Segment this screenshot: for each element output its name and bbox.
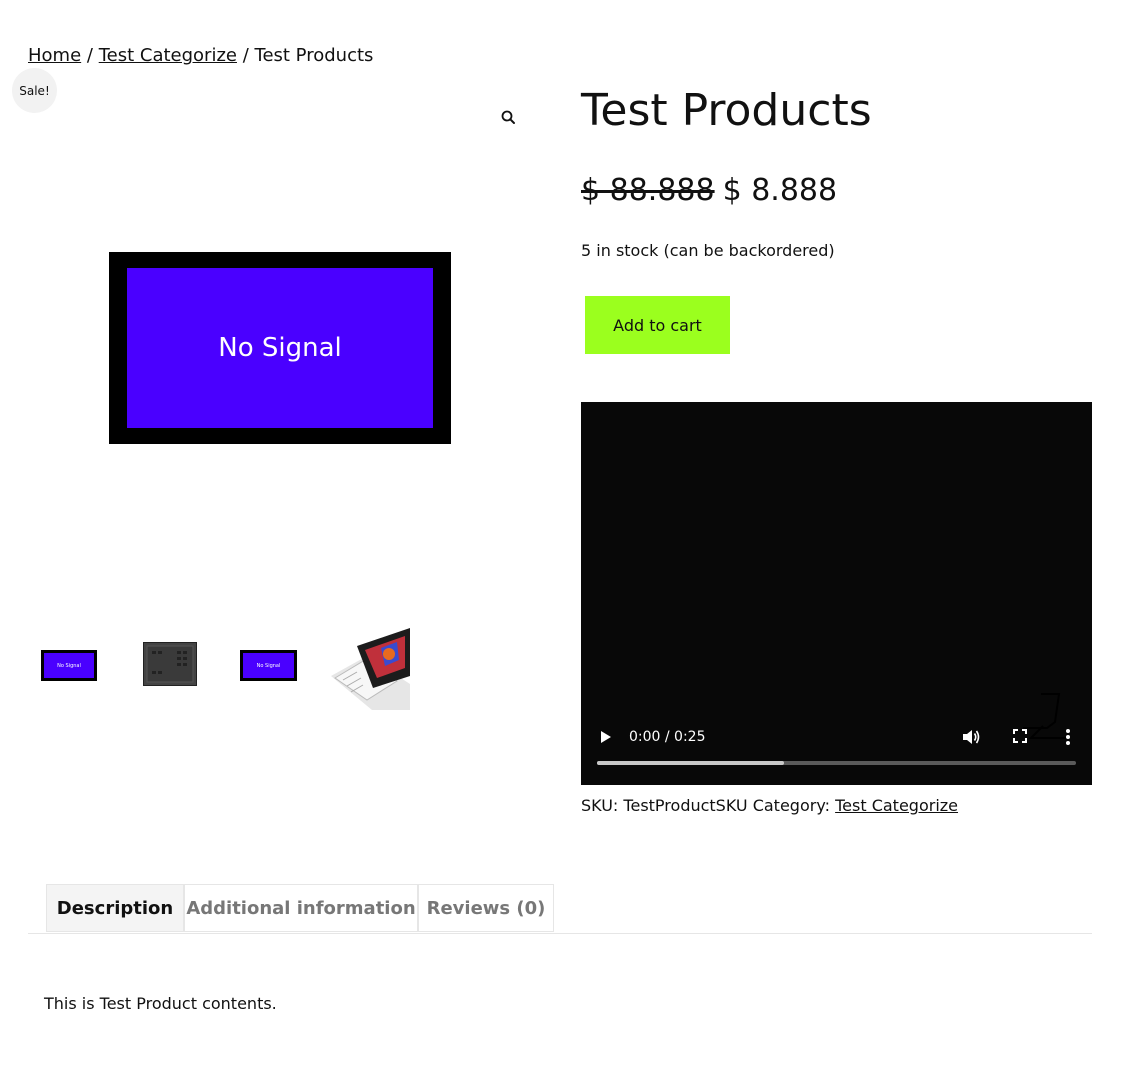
fullscreen-icon[interactable] (1012, 728, 1028, 744)
breadcrumb-home-link[interactable]: Home (28, 45, 81, 66)
tabs-divider (28, 933, 1092, 934)
breadcrumb-separator: / (86, 45, 93, 66)
thumbnail-4[interactable] (327, 626, 410, 710)
breadcrumb-current: Test Products (254, 45, 374, 66)
thumbnail-screen: No Signal (44, 653, 94, 678)
category-link[interactable]: Test Categorize (835, 796, 958, 815)
thumbnail-1[interactable]: No Signal (41, 650, 97, 681)
panel-image (144, 643, 196, 685)
video-progress-bar[interactable] (597, 761, 1076, 765)
sale-badge: Sale! (12, 68, 57, 113)
volume-icon[interactable] (961, 728, 981, 746)
gallery-thumbnails: No Signal No Signal (28, 622, 428, 712)
sku-value: TestProductSKU (623, 796, 748, 815)
tab-additional-information[interactable]: Additional information (184, 884, 418, 932)
thumbnail-2[interactable] (143, 642, 197, 686)
breadcrumb: Home / Test Categorize / Test Products (28, 44, 373, 68)
tablet-image (331, 628, 410, 710)
category-label: Category: (752, 796, 831, 815)
sku-label: SKU: (581, 796, 619, 815)
breadcrumb-separator: / (242, 45, 249, 66)
video-time: 0:00 / 0:25 (629, 729, 706, 745)
description-content: This is Test Product contents. (44, 994, 277, 1013)
breadcrumb-category-link[interactable]: Test Categorize (99, 45, 237, 66)
tab-description[interactable]: Description (46, 884, 184, 932)
add-to-cart-button[interactable]: Add to cart (585, 296, 730, 354)
old-price: $ 88.888 (581, 173, 715, 208)
video-progress-fill (597, 761, 784, 765)
more-options-icon[interactable] (1064, 727, 1072, 747)
thumbnail-text: No Signal (256, 662, 281, 669)
thumbnail-screen: No Signal (243, 653, 294, 678)
tab-reviews[interactable]: Reviews (0) (418, 884, 554, 932)
video-player[interactable]: 0:00 / 0:25 (581, 402, 1092, 785)
sale-price: $ 8.888 (722, 173, 838, 208)
magnifier-icon[interactable] (499, 108, 519, 128)
product-meta: SKU: TestProductSKU Category: Test Categ… (581, 795, 958, 817)
product-title: Test Products (581, 85, 872, 136)
price: $ 88.888 $ 8.888 (581, 172, 837, 210)
thumbnail-3[interactable]: No Signal (240, 650, 297, 681)
main-image-text: No Signal (218, 333, 342, 363)
stock-status: 5 in stock (can be backordered) (581, 241, 835, 260)
play-icon[interactable] (597, 729, 613, 745)
product-main-image[interactable]: No Signal (109, 252, 451, 444)
main-image-screen: No Signal (127, 268, 433, 428)
thumbnail-text: No Signal (57, 662, 81, 669)
